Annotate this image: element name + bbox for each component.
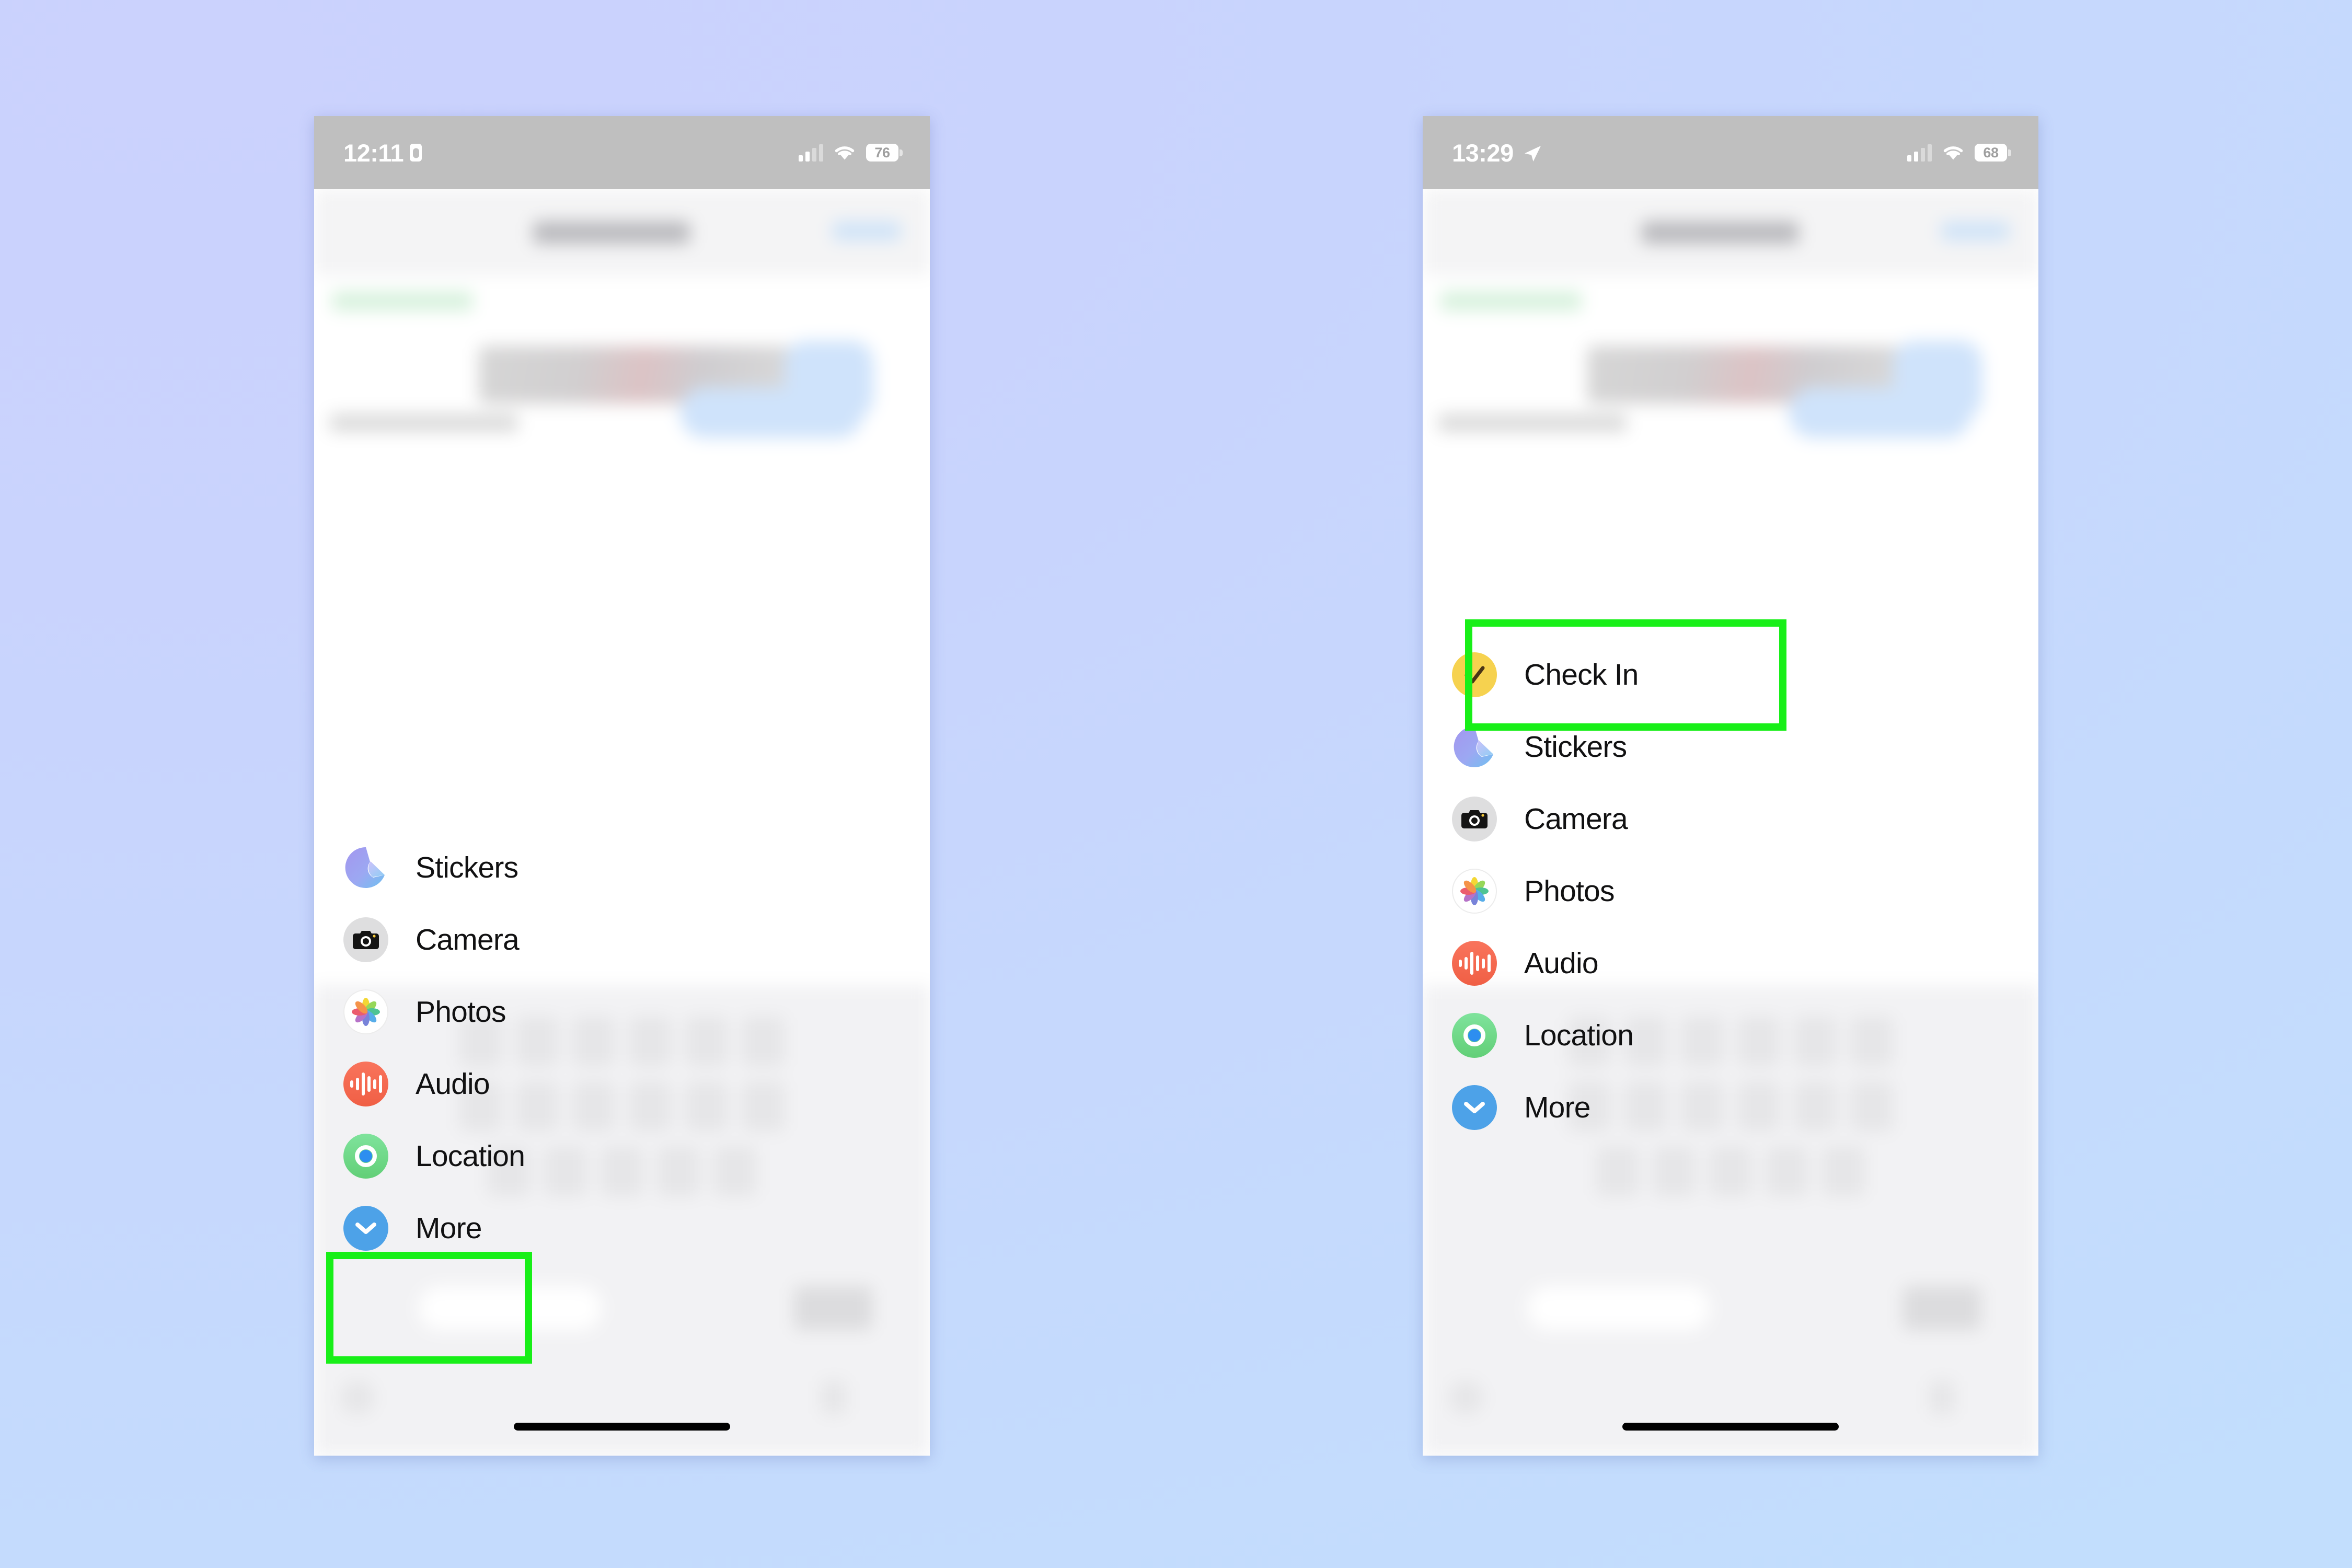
app-list-item-label: Audio: [416, 1067, 490, 1101]
status-bar-time: 13:29: [1452, 139, 1514, 167]
app-list-item-label: Check In: [1524, 658, 1639, 691]
cellular-signal-icon: [799, 144, 823, 162]
chevron-down-icon: [1452, 1085, 1497, 1130]
wifi-icon: [833, 144, 856, 162]
checkmark-icon: [1452, 652, 1497, 697]
app-list-item-label: Camera: [1524, 802, 1628, 836]
app-list-item-location[interactable]: Location: [314, 1120, 930, 1192]
app-list-item-stickers[interactable]: Stickers: [1423, 711, 2038, 783]
app-list-item-camera[interactable]: Camera: [1423, 783, 2038, 855]
status-bar-right: 68: [1907, 144, 2011, 162]
app-list-item-audio[interactable]: Audio: [314, 1048, 930, 1120]
photos-icon: [343, 989, 388, 1034]
status-bar-left: 13:29: [1452, 139, 1541, 167]
phone-screenshot-left: 12:11 76 Stickers Camera Photos Audio Lo…: [314, 116, 930, 1456]
status-bar: 13:29 68: [1423, 116, 2038, 189]
app-list-item-label: Camera: [416, 923, 520, 956]
app-list-item-stickers[interactable]: Stickers: [314, 832, 930, 904]
stickers-icon: [343, 845, 388, 890]
app-list-item-label: Photos: [416, 995, 506, 1029]
app-drawer-list: Stickers Camera Photos Audio Location Mo…: [314, 832, 930, 1264]
recording-indicator-icon: [410, 144, 422, 162]
status-bar-right: 76: [799, 144, 903, 162]
audio-icon: [343, 1062, 388, 1106]
status-bar: 12:11 76: [314, 116, 930, 189]
chevron-down-icon: [343, 1206, 388, 1251]
photos-icon: [1452, 869, 1497, 914]
cellular-signal-icon: [1907, 144, 1932, 162]
phone-screenshot-right: 13:29 68 Check In Stickers Camera Photos…: [1423, 116, 2038, 1456]
blurred-messages-background: [314, 189, 930, 1456]
home-indicator: [1622, 1423, 1839, 1431]
app-list-item-label: Audio: [1524, 947, 1599, 980]
app-list-item-label: Location: [416, 1139, 525, 1173]
app-list-item-more[interactable]: More: [314, 1192, 930, 1264]
battery-icon: 68: [1975, 144, 2011, 162]
app-list-item-label: Stickers: [1524, 730, 1627, 764]
app-list-item-label: Stickers: [416, 851, 518, 884]
home-indicator: [514, 1423, 730, 1431]
app-list-item-audio[interactable]: Audio: [1423, 927, 2038, 999]
battery-icon: 76: [866, 144, 903, 162]
status-bar-time: 12:11: [343, 139, 404, 167]
app-list-item-camera[interactable]: Camera: [314, 904, 930, 976]
battery-percent-label: 76: [874, 144, 890, 160]
audio-icon: [1452, 941, 1497, 986]
location-icon: [1452, 1013, 1497, 1058]
stickers-icon: [1452, 724, 1497, 769]
camera-icon: [343, 917, 388, 962]
app-list-item-label: Photos: [1524, 874, 1615, 908]
app-drawer-list: Check In Stickers Camera Photos Audio Lo…: [1423, 639, 2038, 1144]
app-list-item-check-in[interactable]: Check In: [1423, 639, 2038, 711]
battery-percent-label: 68: [1983, 144, 1999, 160]
camera-icon: [1452, 797, 1497, 841]
app-list-item-location[interactable]: Location: [1423, 999, 2038, 1071]
app-list-item-photos[interactable]: Photos: [314, 976, 930, 1048]
app-list-item-label: Location: [1524, 1019, 1634, 1052]
location-icon: [343, 1134, 388, 1179]
wifi-icon: [1942, 144, 1965, 162]
app-list-item-label: More: [1524, 1091, 1590, 1124]
status-bar-left: 12:11: [343, 139, 422, 167]
app-list-item-photos[interactable]: Photos: [1423, 855, 2038, 927]
app-list-item-more[interactable]: More: [1423, 1071, 2038, 1144]
app-list-item-label: More: [416, 1212, 482, 1245]
